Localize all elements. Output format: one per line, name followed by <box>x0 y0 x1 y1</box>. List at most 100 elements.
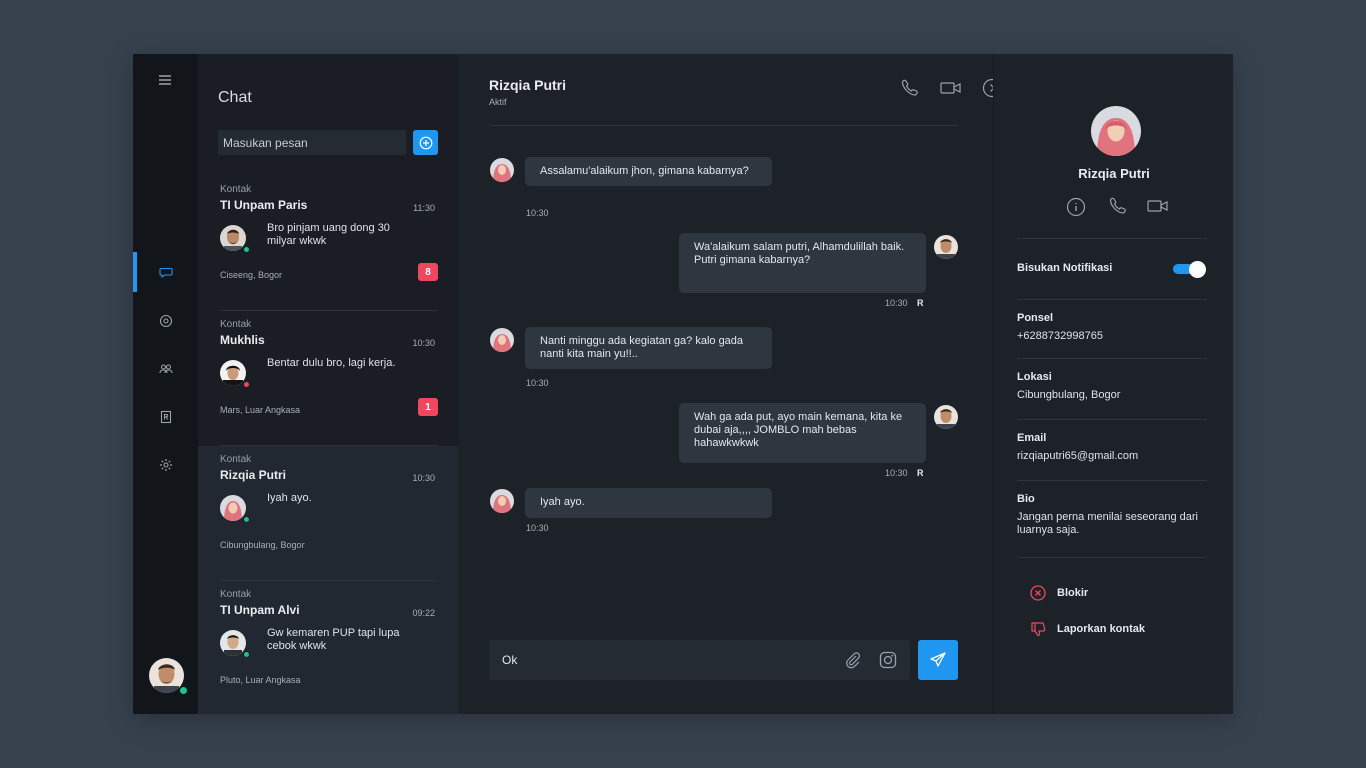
nav-contacts[interactable] <box>133 397 198 437</box>
avatar-woman-hijab-icon <box>490 158 514 182</box>
group-icon <box>158 364 173 374</box>
contact-name: TI Unpam Paris <box>220 198 308 212</box>
block-x-icon <box>1030 585 1046 601</box>
profile-video-button[interactable] <box>1147 197 1169 217</box>
contact-last-message: Iyah ayo. <box>267 492 312 504</box>
email-value: rizqiaputri65@gmail.com <box>1017 450 1139 462</box>
profile-call-button[interactable] <box>1107 197 1129 217</box>
info-icon <box>1066 197 1086 217</box>
phone-label: Ponsel <box>1017 312 1054 324</box>
contact-last-message: Bro pinjam uang dong 30 milyar wkwk <box>267 222 390 247</box>
info-button[interactable] <box>1066 197 1088 217</box>
video-call-button[interactable] <box>940 79 961 97</box>
report-contact-button[interactable]: Laporkan kontak <box>1030 620 1145 638</box>
contact-item-selected[interactable]: Kontak Rizqia Putri 10:30 Iyah ayo. Cibu… <box>198 446 458 581</box>
divider <box>1017 557 1207 558</box>
sender-avatar <box>490 489 514 513</box>
new-chat-button[interactable] <box>413 130 438 155</box>
contact-tag: Kontak <box>220 454 252 465</box>
search-input[interactable]: Masukan pesan <box>218 130 406 155</box>
contact-name: Mukhlis <box>220 333 265 347</box>
contact-tag: Kontak <box>220 589 252 600</box>
contact-name: Rizqia Putri <box>220 468 287 482</box>
block-button[interactable]: Blokir <box>1030 584 1088 602</box>
contact-tag: Kontak <box>220 184 252 195</box>
conversation-status: Aktif <box>489 97 507 107</box>
send-button[interactable] <box>918 640 958 680</box>
bio-value: Jangan perna menilai seseorang dari luar… <box>1017 511 1199 536</box>
chat-app-window: Chat Masukan pesan Kontak TI Unpam Paris… <box>133 54 1233 714</box>
online-status-dot <box>243 516 250 523</box>
contact-time: 10:30 <box>412 473 435 483</box>
paper-plane-icon <box>930 652 946 667</box>
avatar-man-icon <box>220 360 246 386</box>
nav-settings[interactable] <box>133 445 198 485</box>
phone-value: +6288732998765 <box>1017 330 1103 342</box>
status-icon <box>159 314 172 328</box>
avatar-man-icon <box>934 235 958 259</box>
avatar-woman-hijab-icon <box>490 489 514 513</box>
header-divider <box>489 125 958 126</box>
contact-avatar <box>220 630 250 658</box>
nav-rail <box>133 54 198 714</box>
nav-groups[interactable] <box>133 349 198 389</box>
contact-time: 11:30 <box>413 203 435 213</box>
contact-time: 09:22 <box>412 608 435 618</box>
online-status-dot <box>243 246 250 253</box>
profile-actions <box>1066 197 1169 217</box>
instagram-camera-icon <box>879 651 897 669</box>
avatar-woman-hijab-icon <box>1091 106 1141 156</box>
divider <box>1017 299 1207 300</box>
location-value: Cibungbulang, Bogor <box>1017 389 1121 401</box>
contact-location: Mars, Luar Angkasa <box>220 405 301 415</box>
voice-call-button[interactable] <box>899 79 919 97</box>
attach-button[interactable] <box>844 651 862 669</box>
message-time: 10:30 <box>526 208 549 218</box>
contact-item[interactable]: Kontak TI Unpam Paris 11:30 Bro pinjam u… <box>198 176 458 311</box>
contact-location: Ciseeng, Bogor <box>220 270 283 280</box>
profile-panel: Rizqia Putri Bisukan Notifikasi Ponsel +… <box>993 54 1233 714</box>
message-composer[interactable]: Ok <box>489 640 910 680</box>
toggle-knob <box>1189 261 1206 278</box>
bio-label: Bio <box>1017 493 1035 505</box>
contact-item[interactable]: Kontak TI Unpam Alvi 09:22 Gw kemaren PU… <box>198 581 458 714</box>
message-time: 10:30 <box>526 378 549 388</box>
message-input[interactable]: Ok <box>502 653 517 667</box>
profile-name: Rizqia Putri <box>1078 166 1150 181</box>
paperclip-icon <box>846 652 860 669</box>
email-label: Email <box>1017 432 1047 444</box>
conversation-panel: Rizqia Putri Aktif Assalamu'alaikum jhon… <box>458 54 1002 714</box>
online-status-dot <box>243 651 250 658</box>
read-receipt: R <box>917 468 924 478</box>
mute-label: Bisukan Notifikasi <box>1017 262 1113 274</box>
nav-chats[interactable] <box>133 252 198 292</box>
divider <box>1017 419 1207 420</box>
message-bubble-outgoing: Wa'alaikum salam putri, Alhamdulillah ba… <box>679 233 926 293</box>
chat-list-title: Chat <box>218 89 252 106</box>
avatar-man-icon <box>220 225 246 251</box>
avatar-man-icon <box>934 405 958 429</box>
busy-status-dot <box>243 381 250 388</box>
hamburger-icon[interactable] <box>158 73 172 87</box>
divider <box>1017 358 1207 359</box>
contact-avatar <box>220 360 250 388</box>
conversation-title: Rizqia Putri <box>489 77 567 93</box>
message-time: 10:30 <box>885 468 908 478</box>
contact-avatar <box>220 225 250 253</box>
divider <box>1017 480 1207 481</box>
phone-icon <box>1109 197 1126 214</box>
contact-item[interactable]: Kontak Mukhlis 10:30 Bentar dulu bro, la… <box>198 311 458 446</box>
chat-list-panel: Chat Masukan pesan Kontak TI Unpam Paris… <box>198 54 458 714</box>
camera-button[interactable] <box>879 651 897 669</box>
plus-circle-icon <box>419 136 432 149</box>
nav-status[interactable] <box>133 301 198 341</box>
gear-icon <box>159 459 172 471</box>
profile-avatar <box>1091 106 1141 156</box>
mute-toggle[interactable] <box>1173 261 1207 278</box>
video-camera-icon <box>1147 200 1168 212</box>
contact-avatar <box>220 495 250 523</box>
user-avatar[interactable] <box>149 658 188 695</box>
message-bubble-incoming: Assalamu'alaikum jhon, gimana kabarnya? <box>525 157 772 186</box>
unread-badge: 8 <box>418 263 438 281</box>
contacts-book-icon <box>160 410 171 424</box>
